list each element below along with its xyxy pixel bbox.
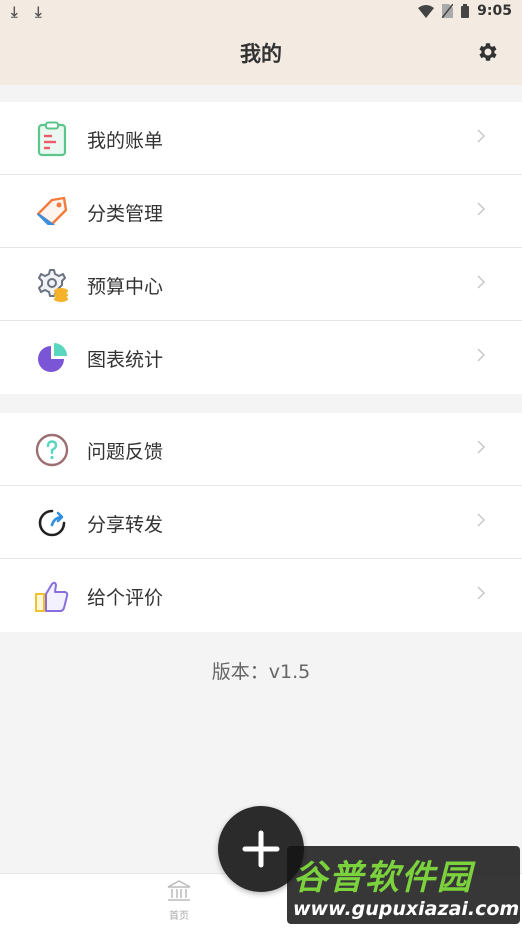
menu-group-2: 问题反馈 分享转发 给个评价 — [0, 413, 522, 632]
watermark-title: 谷普软件园 — [293, 858, 473, 898]
download-icon: ⤓ — [11, 3, 18, 21]
question-icon — [35, 433, 69, 467]
chevron-right-icon — [477, 129, 486, 143]
menu-item-my-bills[interactable]: 我的账单 — [0, 102, 522, 175]
chevron-right-icon — [477, 440, 486, 454]
thumbs-up-icon — [35, 581, 69, 612]
wifi-icon — [418, 4, 435, 18]
menu-item-label: 给个评价 — [87, 587, 164, 609]
menu-item-chart-statistics[interactable]: 图表统计 — [0, 321, 522, 394]
page-title: 我的 — [240, 42, 282, 66]
chevron-right-icon — [477, 275, 486, 289]
tag-icon — [36, 196, 68, 226]
status-bar-right: 9:05 — [418, 3, 512, 19]
chevron-right-icon — [477, 348, 486, 362]
bill-icon — [37, 121, 67, 157]
menu-item-label: 图表统计 — [87, 349, 164, 371]
menu-item-category-management[interactable]: 分类管理 — [0, 175, 522, 248]
menu-item-label: 分享转发 — [87, 514, 164, 536]
menu-item-label: 预算中心 — [87, 276, 164, 298]
menu-item-share[interactable]: 分享转发 — [0, 486, 522, 559]
version-text: 版本：v1.5 — [211, 661, 311, 683]
chevron-right-icon — [477, 513, 486, 527]
plus-icon — [242, 830, 280, 868]
menu-item-label: 我的账单 — [87, 130, 164, 152]
menu-item-label: 问题反馈 — [87, 441, 164, 463]
home-bank-icon — [167, 880, 191, 901]
status-bar: ⤓ ⤓ 9:05 — [0, 0, 522, 26]
menu-item-label: 分类管理 — [87, 203, 164, 225]
share-icon — [38, 509, 66, 537]
nav-tab-home-label: 首页 — [169, 911, 189, 922]
budget-icon — [38, 269, 68, 302]
menu-item-feedback[interactable]: 问题反馈 — [0, 413, 522, 486]
nav-tab-home[interactable]: 首页 — [160, 880, 198, 922]
chevron-right-icon — [477, 586, 486, 600]
watermark-url: www.gupuxiazai.com — [293, 898, 520, 920]
chevron-right-icon — [477, 202, 486, 216]
menu-item-budget-center[interactable]: 预算中心 — [0, 248, 522, 321]
status-time: 9:05 — [477, 3, 512, 19]
watermark: 谷普软件园 www.gupuxiazai.com — [287, 846, 520, 924]
battery-icon — [461, 4, 470, 18]
menu-item-rate-app[interactable]: 给个评价 — [0, 559, 522, 632]
app-header: 我的 — [0, 26, 522, 85]
settings-gear-icon[interactable] — [476, 40, 500, 64]
download-icon: ⤓ — [35, 3, 42, 21]
no-sim-icon — [442, 4, 454, 18]
menu-group-1: 我的账单 分类管理 预算中心 图表统计 — [0, 102, 522, 394]
pie-chart-icon — [38, 343, 67, 372]
